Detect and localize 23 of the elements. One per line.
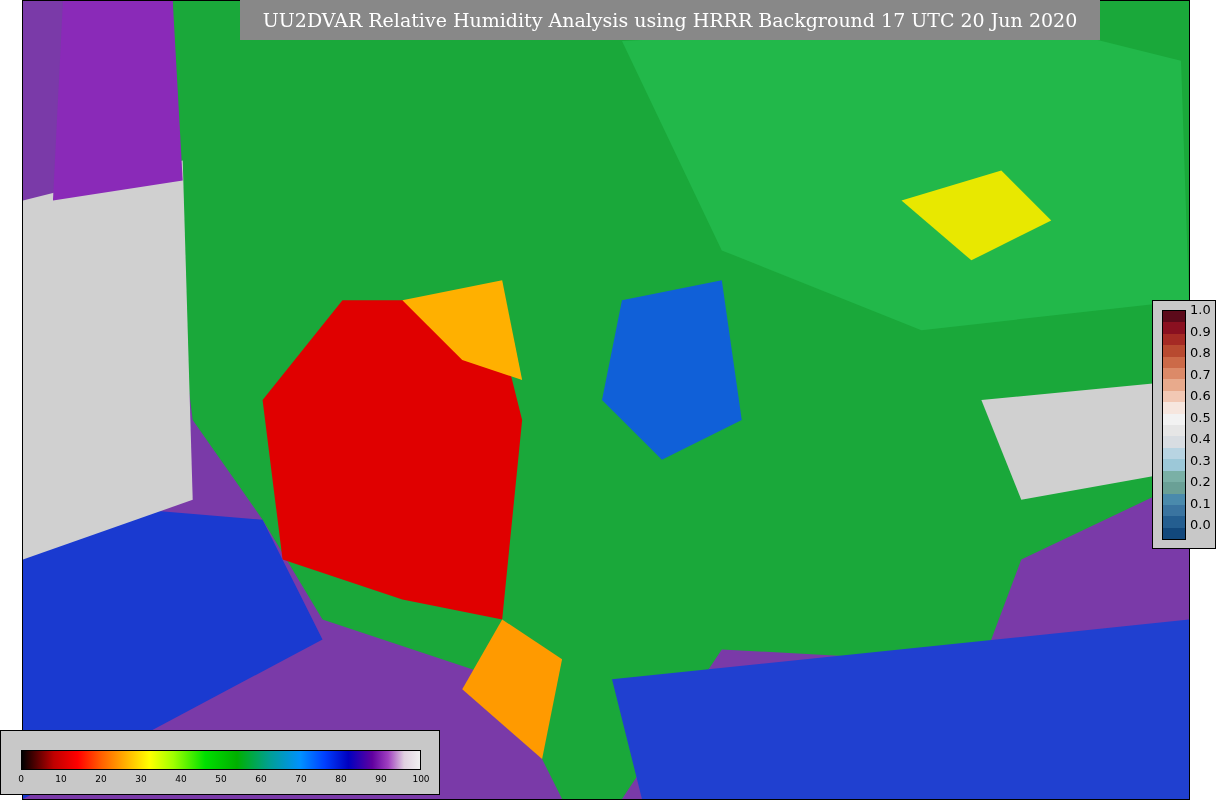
- scale-label: 0.7: [1190, 366, 1211, 382]
- scale-label: 0.2: [1190, 474, 1211, 489]
- scale-label: 100: [412, 773, 430, 786]
- map-title: UU2DVAR Relative Humidity Analysis using HRRR Background 17 UTC 20 Jun 2020: [240, 0, 1100, 40]
- scale-label: 30: [135, 773, 147, 786]
- scale-label: 70: [295, 773, 307, 786]
- scale-label: 0: [18, 773, 24, 786]
- scale-label: 10: [55, 773, 67, 786]
- scale-label: 0.9: [1190, 323, 1211, 339]
- scale-label: 40: [175, 773, 187, 786]
- scale-label: 0.1: [1190, 495, 1211, 511]
- scale-label: 0.6: [1190, 388, 1211, 403]
- scale-label: 80: [335, 773, 347, 786]
- scale-label: 0.4: [1190, 431, 1211, 446]
- scale-label: 20: [95, 773, 107, 786]
- scale-label: 60: [255, 773, 267, 786]
- scale-label: 0.8: [1190, 345, 1211, 360]
- scale-label: 90: [375, 773, 387, 786]
- scale-label: 0.0: [1190, 517, 1211, 532]
- scale-label: 1.0: [1190, 302, 1211, 317]
- scale-label: 50: [215, 773, 227, 786]
- scale-label: 0.5: [1190, 409, 1211, 425]
- scale-label: 0.3: [1190, 452, 1211, 468]
